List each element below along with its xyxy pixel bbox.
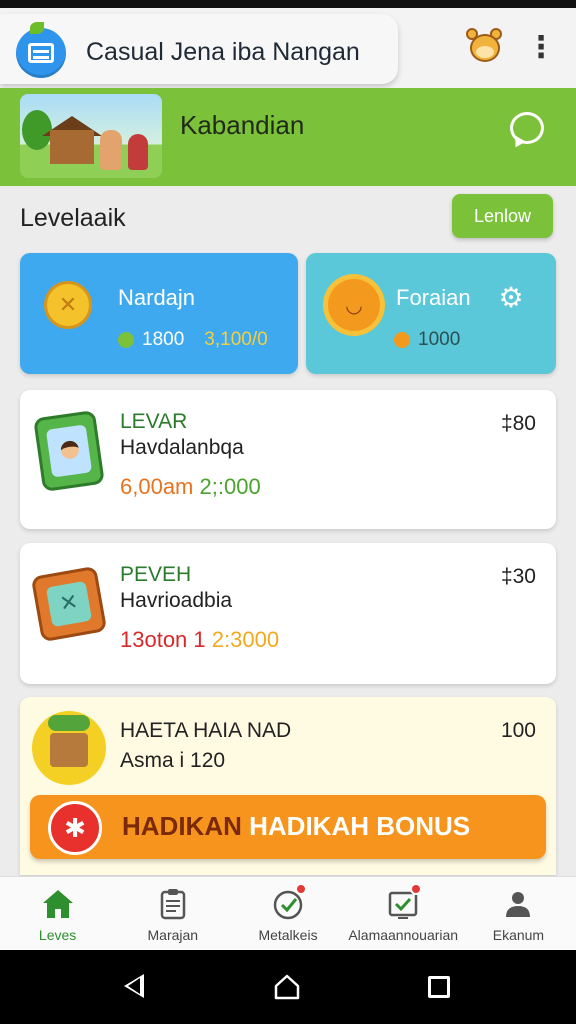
item-price: ‡30 (500, 565, 536, 588)
notification-badge (410, 883, 423, 895)
item-subtitle: Havrioadbia (120, 589, 233, 612)
check-circle-icon (271, 883, 307, 921)
stat-card-primary[interactable]: Nardajn 1800 3,100/0 (20, 253, 298, 374)
stat-value: 1000 (418, 329, 461, 350)
coin-icon (40, 277, 96, 333)
sprout-icon (30, 22, 44, 34)
tablet-avatar-icon (33, 410, 108, 494)
item-subtitle: Havdalanbqa (120, 436, 244, 459)
item-title: HAETA HAIA NAD (120, 719, 292, 742)
back-icon[interactable] (124, 974, 144, 998)
status-bar (0, 0, 576, 8)
list-item[interactable]: PEVEH Havrioadbia 13oton 1 2:3000 ‡30 (20, 543, 556, 684)
stat-value-secondary: 3,100/0 (204, 329, 268, 350)
sun-lion-icon (326, 277, 382, 333)
recents-icon[interactable] (428, 976, 450, 998)
nav-label: Alamaannouarian (348, 927, 459, 943)
title-pill: Casual Jena iba Nangan (0, 14, 398, 84)
nav-label: Leves (38, 927, 77, 943)
bear-face (476, 46, 494, 58)
system-navigation-bar (0, 950, 576, 1024)
banner-title: Kabandian (180, 110, 305, 140)
person-icon (501, 887, 535, 921)
item-values: 13oton 1 2:3000 (120, 627, 279, 653)
chat-bubble-icon[interactable] (508, 110, 548, 151)
home-outline-icon[interactable] (274, 974, 300, 1000)
stat-values: 1800 3,100/0 (118, 329, 268, 351)
item-price: 100 (500, 719, 536, 742)
item-title: LEVAR (120, 410, 188, 433)
bonus-button[interactable]: ✱ HADIKAN HADIKAH BONUS (30, 795, 546, 859)
star-badge-icon: ✱ (48, 801, 102, 855)
chat-bubble-outline (510, 112, 544, 144)
top-app-bar: Casual Jena iba Nangan ⋮ (0, 8, 576, 88)
bottom-navigation: Leves Marajan Metalkeis Alamaannouarian … (0, 876, 576, 950)
nav-label: Marajan (147, 927, 199, 943)
stat-value: 1800 (142, 329, 185, 350)
stat-name: Nardajn (118, 285, 196, 310)
item-subtitle: Asma i 120 (120, 749, 226, 772)
banner: Kabandian (0, 88, 576, 186)
item-value-a: 6,00am (120, 474, 194, 499)
item-value-b: 2;:000 (199, 474, 261, 499)
app-window-icon[interactable] (16, 22, 66, 78)
checkbox-icon (386, 883, 423, 921)
clipboard-icon (156, 887, 190, 921)
gear-icon[interactable]: ⚙ (496, 283, 526, 313)
nav-item-check[interactable]: Metalkeis (230, 877, 345, 950)
more-vert-icon[interactable]: ⋮ (526, 30, 556, 66)
item-price: ‡80 (500, 412, 536, 435)
window-glyph (28, 43, 54, 63)
notification-badge (295, 883, 307, 895)
item-value-a: 13oton (120, 627, 188, 652)
nav-item-home[interactable]: Leves (0, 877, 115, 950)
section-action-button[interactable]: Lenlow (452, 194, 553, 238)
nav-item-tasks[interactable]: Alamaannouarian (346, 877, 461, 950)
puzzle-box-icon (30, 565, 108, 647)
bonus-label-part2: HADIKAH BONUS (249, 811, 471, 841)
item-title: PEVEH (120, 563, 192, 586)
bear-icon[interactable] (464, 28, 506, 68)
orange-dot-icon (394, 332, 410, 348)
list-item[interactable]: LEVAR Havdalanbqa 6,00am 2;:000 ‡80 (20, 390, 556, 529)
child-figure (100, 130, 122, 170)
item-value-b: 1 (193, 627, 206, 652)
bonus-label-part1: HADIKAN (122, 811, 242, 841)
item-value-c: 2:3000 (211, 627, 280, 652)
hut-shape (50, 130, 94, 164)
village-illustration[interactable] (20, 94, 162, 178)
nav-label: Ekanum (492, 927, 545, 943)
nav-label: Metalkeis (258, 927, 318, 943)
stat-card-secondary[interactable]: Foraian ⚙ 1000 (306, 253, 556, 374)
list-item[interactable]: HAETA HAIA NAD Asma i 120 100 ✱ HADIKAN … (20, 697, 556, 875)
section-title: Levelaaik (20, 204, 126, 232)
item-values: 6,00am 2;:000 (120, 474, 261, 500)
green-dot-icon (118, 332, 134, 348)
home-icon (41, 887, 75, 921)
stat-values: 1000 (394, 329, 460, 351)
nav-item-profile[interactable]: Ekanum (461, 877, 576, 950)
stat-name: Foraian (396, 285, 471, 310)
nav-item-clipboard[interactable]: Marajan (115, 877, 230, 950)
bonus-label: HADIKAN HADIKAH BONUS (122, 811, 470, 842)
gift-box-icon (32, 711, 106, 785)
child-figure (128, 134, 148, 170)
app-title: Casual Jena iba Nangan (86, 38, 360, 66)
